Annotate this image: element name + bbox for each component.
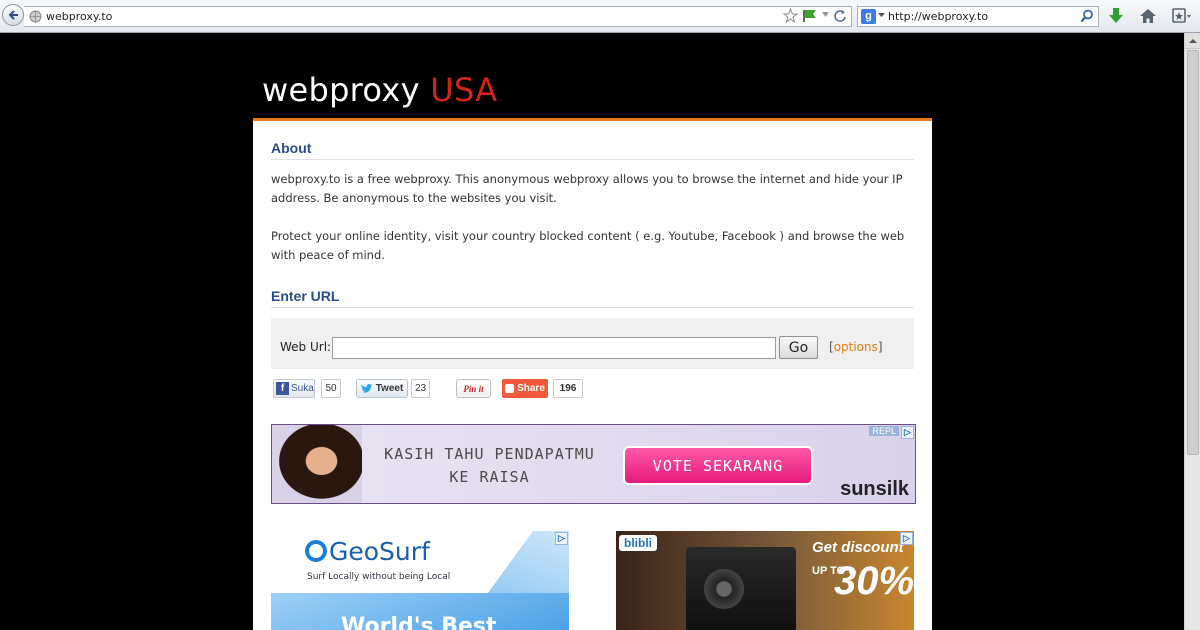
blibli-discount-headline: Get discount <box>812 539 904 556</box>
bookmark-star-icon[interactable] <box>783 8 798 24</box>
geosurf-logo-text: GeoSurf <box>329 537 430 566</box>
back-button[interactable] <box>2 4 24 26</box>
geosurf-adchoices-icon[interactable]: ▷ <box>555 532 568 545</box>
share-count: 196 <box>553 379 583 398</box>
share-icon <box>505 384 515 393</box>
search-engine-icon[interactable]: g <box>861 9 876 24</box>
banner-headline: KASIH TAHU PENDAPATMU KE RAISA <box>367 443 612 489</box>
options-link-wrapper: [options] <box>829 340 883 354</box>
about-divider <box>271 159 914 160</box>
search-text: http://webproxy.to <box>888 10 989 23</box>
facebook-like-button[interactable]: f Suka <box>273 379 315 398</box>
enter-url-divider <box>271 307 914 308</box>
bookmarks-menu-icon[interactable] <box>1172 7 1192 25</box>
banner-ad[interactable]: KASIH TAHU PENDAPATMU KE RAISA VOTE SEKA… <box>271 424 916 504</box>
logo-accent: USA <box>430 71 498 109</box>
scroll-up-button[interactable] <box>1185 33 1200 49</box>
main-content: About webproxy.to is a free webproxy. Th… <box>253 121 932 630</box>
share-button[interactable]: Share <box>502 379 548 398</box>
vote-now-button[interactable]: VOTE SEKARANG <box>623 446 813 485</box>
browser-toolbar: webproxy.to g http://webproxy.to <box>0 0 1200 33</box>
banner-line-2: KE RAISA <box>449 468 530 486</box>
facebook-icon: f <box>276 382 289 395</box>
options-link[interactable]: options <box>834 340 878 354</box>
banner-model-image <box>272 425 362 503</box>
tweet-count: 23 <box>411 379 430 398</box>
enter-url-heading: Enter URL <box>271 288 340 304</box>
back-arrow-icon <box>8 10 18 20</box>
history-dropdown-icon[interactable] <box>821 10 830 19</box>
logo-main: webproxy <box>262 71 431 109</box>
geosurf-headline: World's Best <box>341 614 497 630</box>
twitter-bird-icon <box>360 383 373 393</box>
search-icon[interactable] <box>1080 9 1094 23</box>
site-header: webproxy USA <box>253 33 932 119</box>
blibli-percent: 30% <box>834 559 914 603</box>
url-form: Web Url: Go [options] <box>271 318 914 369</box>
scroll-up-arrow-icon <box>1189 38 1197 43</box>
banner-replay-tag[interactable]: REPL <box>869 426 899 436</box>
blibli-ad[interactable]: blibli Get discount UP TO » 30% ▷ <box>616 531 914 630</box>
scroll-thumb[interactable] <box>1187 50 1199 455</box>
tweet-button[interactable]: Tweet <box>356 379 408 398</box>
adchoices-icon[interactable]: ▷ <box>901 426 914 439</box>
go-button[interactable]: Go <box>779 336 818 359</box>
site-logo[interactable]: webproxy USA <box>262 71 497 109</box>
address-bar[interactable]: webproxy.to <box>24 6 852 27</box>
geosurf-ad[interactable]: GeoSurf Surf Locally without being Local… <box>271 531 569 630</box>
home-icon[interactable] <box>1139 7 1157 25</box>
options-bracket-close: ] <box>877 340 883 354</box>
blibli-adchoices-icon[interactable]: ▷ <box>900 532 913 545</box>
flag-icon[interactable] <box>802 9 818 23</box>
download-icon[interactable] <box>1107 7 1125 25</box>
web-url-label: Web Url: <box>280 340 332 354</box>
share-label: Share <box>517 383 545 394</box>
tweet-label: Tweet <box>375 383 404 394</box>
about-paragraph-2: Protect your online identity, visit your… <box>271 229 905 262</box>
banner-line-1: KASIH TAHU PENDAPATMU <box>384 445 595 463</box>
facebook-like-label: Suka <box>291 383 314 394</box>
about-paragraph-1: webproxy.to is a free webproxy. This ano… <box>271 172 903 205</box>
search-engine-dropdown-icon[interactable] <box>878 12 885 18</box>
facebook-like-count: 50 <box>321 379 341 398</box>
speaker-cone <box>704 569 744 609</box>
speaker-product-image <box>686 547 796 630</box>
about-heading: About <box>271 140 312 156</box>
geosurf-tagline: Surf Locally without being Local <box>307 572 451 582</box>
reload-icon[interactable] <box>833 9 847 23</box>
globe-icon <box>29 10 42 23</box>
search-bar[interactable]: g http://webproxy.to <box>857 6 1099 27</box>
geosurf-logo: GeoSurf <box>305 537 430 566</box>
address-text: webproxy.to <box>46 10 113 23</box>
web-url-input[interactable] <box>332 337 776 359</box>
pinterest-button[interactable]: Pin it <box>456 379 491 398</box>
blibli-logo: blibli <box>619 535 657 551</box>
geosurf-logo-mark <box>305 540 327 562</box>
vertical-scrollbar[interactable] <box>1184 33 1200 630</box>
banner-brand-logo: sunsilk <box>840 478 909 500</box>
